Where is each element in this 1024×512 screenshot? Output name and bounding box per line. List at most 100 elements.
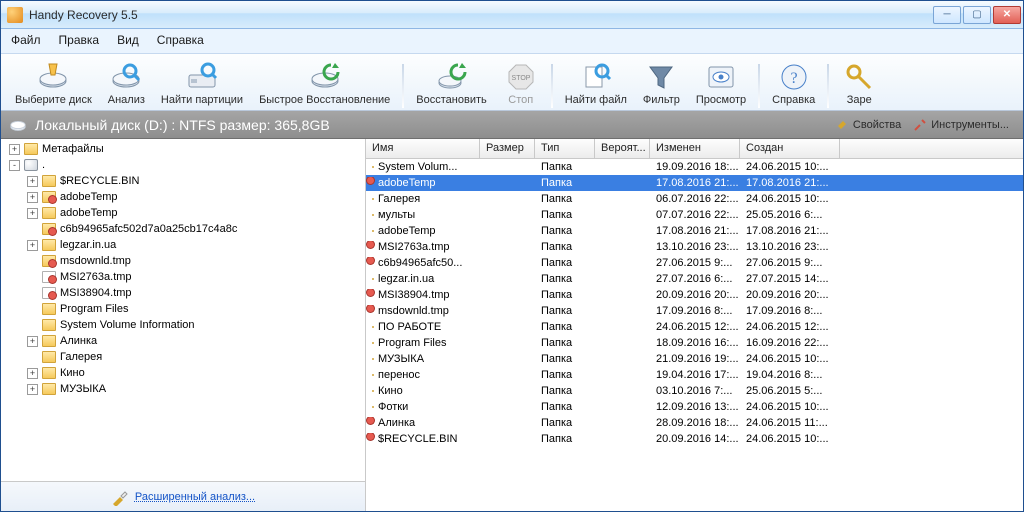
- menu-help[interactable]: Справка: [155, 31, 206, 49]
- folder-icon: [372, 310, 374, 312]
- expand-toggle[interactable]: +: [27, 176, 38, 187]
- tree-item[interactable]: System Volume Information: [5, 317, 361, 333]
- col-size[interactable]: Размер: [480, 139, 535, 158]
- list-body[interactable]: System Volum...Папка19.09.2016 18:...24.…: [366, 159, 1023, 511]
- list-row[interactable]: переносПапка19.04.2016 17:...19.04.2016 …: [366, 367, 1023, 383]
- expand-toggle[interactable]: +: [27, 384, 38, 395]
- tree-item[interactable]: +adobeTemp: [5, 189, 361, 205]
- row-crt: 27.07.2015 14:...: [740, 273, 840, 285]
- tree-item[interactable]: MSI2763a.tmp: [5, 269, 361, 285]
- tree-item-label: System Volume Information: [60, 319, 195, 331]
- list-row[interactable]: adobeTempПапка17.08.2016 21:...17.08.201…: [366, 175, 1023, 191]
- expand-toggle[interactable]: +: [27, 192, 38, 203]
- tree-item[interactable]: +Кино: [5, 365, 361, 381]
- menu-file[interactable]: Файл: [9, 31, 43, 49]
- row-crt: 25.05.2016 6:...: [740, 209, 840, 221]
- row-name: System Volum...: [378, 161, 457, 173]
- tree-item[interactable]: MSI38904.tmp: [5, 285, 361, 301]
- minimize-button[interactable]: ─: [933, 6, 961, 24]
- wrench-icon: [835, 118, 849, 132]
- recover-button[interactable]: Восстановить: [408, 58, 494, 108]
- properties-button[interactable]: Свойства: [829, 116, 907, 134]
- col-name[interactable]: Имя: [366, 139, 480, 158]
- list-row[interactable]: ФоткиПапка12.09.2016 13:...24.06.2015 10…: [366, 399, 1023, 415]
- tree-item[interactable]: + МУЗЫКА: [5, 381, 361, 397]
- recover-icon: [434, 60, 470, 94]
- tree-item[interactable]: c6b94965afc502d7a0a25cb17c4a8c: [5, 221, 361, 237]
- col-type[interactable]: Тип: [535, 139, 595, 158]
- window-title: Handy Recovery 5.5: [29, 8, 931, 22]
- find-partitions-button[interactable]: Найти партиции: [153, 58, 251, 108]
- list-row[interactable]: ГалереяПапка06.07.2016 22:...24.06.2015 …: [366, 191, 1023, 207]
- tree-item[interactable]: +legzar.in.ua: [5, 237, 361, 253]
- tools-button[interactable]: Инструменты...: [907, 116, 1015, 134]
- folder-icon: [372, 326, 374, 328]
- tree-item[interactable]: +Алинка: [5, 333, 361, 349]
- list-row[interactable]: $RECYCLE.BINПапка20.09.2016 14:...24.06.…: [366, 431, 1023, 447]
- tree-item[interactable]: + adobeTemp: [5, 205, 361, 221]
- list-row[interactable]: АлинкаПапка28.09.2016 18:...24.06.2015 1…: [366, 415, 1023, 431]
- folder-icon: [42, 367, 56, 379]
- tree-item-label: Галерея: [60, 351, 102, 363]
- list-row[interactable]: МУЗЫКАПапка21.09.2016 19:...24.06.2015 1…: [366, 351, 1023, 367]
- row-type: Папка: [535, 177, 595, 189]
- expand-toggle[interactable]: +: [9, 144, 20, 155]
- row-name: msdownld.tmp: [378, 305, 449, 317]
- maximize-button[interactable]: ▢: [963, 6, 991, 24]
- menu-view[interactable]: Вид: [115, 31, 141, 49]
- list-row[interactable]: adobeTempПапка17.08.2016 21:...17.08.201…: [366, 223, 1023, 239]
- list-row[interactable]: System Volum...Папка19.09.2016 18:...24.…: [366, 159, 1023, 175]
- col-prob[interactable]: Вероят...: [595, 139, 650, 158]
- preview-button[interactable]: Просмотр: [688, 58, 754, 108]
- titlebar[interactable]: Handy Recovery 5.5 ─ ▢ ✕: [1, 1, 1023, 29]
- menu-edit[interactable]: Правка: [57, 31, 102, 49]
- list-row[interactable]: Program FilesПапка18.09.2016 16:...16.09…: [366, 335, 1023, 351]
- tree-item-label: adobeTemp: [60, 207, 118, 219]
- tree-item[interactable]: -.: [5, 157, 361, 173]
- select-disk-button[interactable]: Выберите диск: [7, 58, 100, 108]
- list-header[interactable]: Имя Размер Тип Вероят... Изменен Создан: [366, 139, 1023, 159]
- quick-recovery-button[interactable]: Быстрое Восстановление: [251, 58, 398, 108]
- find-file-button[interactable]: Найти файл: [557, 58, 635, 108]
- tree-item[interactable]: Галерея: [5, 349, 361, 365]
- analyze-button[interactable]: Анализ: [100, 58, 153, 108]
- row-crt: 25.06.2015 5:...: [740, 385, 840, 397]
- row-crt: 24.06.2015 11:...: [740, 417, 840, 429]
- tree-item-label: $RECYCLE.BIN: [60, 175, 139, 187]
- row-crt: 17.08.2016 21:...: [740, 225, 840, 237]
- list-row[interactable]: MSI38904.tmpПапка20.09.2016 20:...20.09.…: [366, 287, 1023, 303]
- tree-item[interactable]: +Метафайлы: [5, 141, 361, 157]
- file-icon: [42, 271, 56, 283]
- list-row[interactable]: MSI2763a.tmpПапка13.10.2016 23:...13.10.…: [366, 239, 1023, 255]
- col-crt[interactable]: Создан: [740, 139, 840, 158]
- list-row[interactable]: ПО РАБОТЕПапка24.06.2015 12:...24.06.201…: [366, 319, 1023, 335]
- filter-button[interactable]: Фильтр: [635, 58, 688, 108]
- folder-icon: [42, 255, 56, 267]
- expand-toggle[interactable]: +: [27, 368, 38, 379]
- list-row[interactable]: msdownld.tmpПапка17.09.2016 8:...17.09.2…: [366, 303, 1023, 319]
- list-row[interactable]: мультыПапка07.07.2016 22:...25.05.2016 6…: [366, 207, 1023, 223]
- expand-toggle[interactable]: +: [27, 336, 38, 347]
- tree-body[interactable]: +Метафайлы-.+$RECYCLE.BIN+adobeTemp+adob…: [1, 139, 365, 481]
- expand-toggle[interactable]: +: [27, 208, 38, 219]
- list-row[interactable]: legzar.in.uaПапка27.07.2016 6:...27.07.2…: [366, 271, 1023, 287]
- tree-item[interactable]: msdownld.tmp: [5, 253, 361, 269]
- expand-toggle[interactable]: -: [9, 160, 20, 171]
- extra-button[interactable]: Заре: [833, 58, 885, 108]
- row-crt: 24.06.2015 12:...: [740, 321, 840, 333]
- close-button[interactable]: ✕: [993, 6, 1021, 24]
- flashlight-icon: [111, 488, 129, 506]
- row-name: legzar.in.ua: [378, 273, 434, 285]
- tree-item[interactable]: Program Files: [5, 301, 361, 317]
- help-button[interactable]: ?Справка: [764, 58, 823, 108]
- col-mod[interactable]: Изменен: [650, 139, 740, 158]
- row-type: Папка: [535, 193, 595, 205]
- tree-item-label: МУЗЫКА: [60, 383, 106, 395]
- expand-toggle[interactable]: +: [27, 240, 38, 251]
- tree-item[interactable]: + $RECYCLE.BIN: [5, 173, 361, 189]
- list-row[interactable]: КиноПапка03.10.2016 7:...25.06.2015 5:..…: [366, 383, 1023, 399]
- list-row[interactable]: c6b94965afc50...Папка27.06.2015 9:...27.…: [366, 255, 1023, 271]
- row-crt: 24.06.2015 10:...: [740, 353, 840, 365]
- tree-panel: +Метафайлы-.+$RECYCLE.BIN+adobeTemp+adob…: [1, 139, 366, 511]
- advanced-analysis-link[interactable]: Расширенный анализ...: [135, 491, 255, 503]
